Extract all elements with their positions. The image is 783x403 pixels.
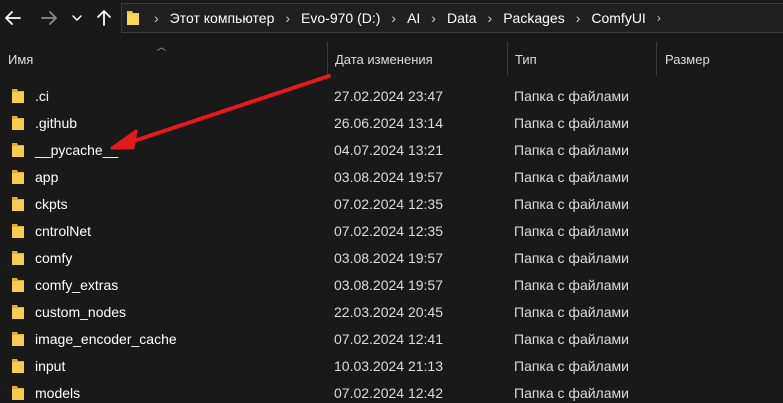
file-row[interactable]: app 03.08.2024 19:57 Папка с файлами — [0, 163, 783, 190]
breadcrumb-item[interactable]: AI — [407, 10, 420, 26]
folder-icon — [12, 190, 24, 217]
file-date: 07.02.2024 12:35 — [334, 222, 443, 239]
breadcrumb-separator: › — [575, 10, 581, 26]
file-date: 03.08.2024 19:57 — [334, 276, 443, 293]
column-header-date[interactable]: Дата изменения — [327, 42, 507, 76]
file-date: 07.02.2024 12:35 — [334, 195, 443, 212]
file-date: 07.02.2024 12:42 — [334, 384, 443, 401]
file-row[interactable]: comfy 03.08.2024 19:57 Папка с файлами — [0, 244, 783, 271]
file-row[interactable]: __pycache__ 04.07.2024 13:21 Папка с фай… — [0, 136, 783, 163]
folder-icon — [12, 271, 24, 298]
column-header-type[interactable]: Тип — [507, 42, 656, 76]
file-type: Папка с файлами — [514, 114, 629, 131]
folder-icon — [12, 82, 24, 109]
folder-icon — [12, 109, 24, 136]
file-date: 22.03.2024 20:45 — [334, 303, 443, 320]
file-name: models — [35, 384, 81, 401]
breadcrumb-item[interactable]: Data — [447, 10, 477, 26]
breadcrumb-separator: › — [154, 10, 159, 26]
folder-icon — [12, 298, 24, 325]
breadcrumb-separator: › — [285, 10, 291, 26]
file-date: 10.03.2024 21:13 — [334, 357, 443, 374]
chevron-right-icon[interactable]: › — [657, 11, 661, 25]
column-header: Имя ︿ Дата изменения Тип Размер — [0, 42, 783, 76]
file-row[interactable]: comfy_extras 03.08.2024 19:57 Папка с фа… — [0, 271, 783, 298]
file-type: Папка с файлами — [514, 357, 629, 374]
breadcrumb-item[interactable]: Этот компьютер — [170, 10, 275, 26]
file-type: Папка с файлами — [514, 168, 629, 185]
file-name: __pycache__ — [35, 141, 119, 158]
file-row[interactable]: cntrolNet 07.02.2024 12:35 Папка с файла… — [0, 217, 783, 244]
file-date: 03.08.2024 19:57 — [334, 249, 443, 266]
folder-icon — [12, 352, 24, 379]
breadcrumb-separator: › — [391, 10, 397, 26]
navigation-toolbar: › Этот компьютер › Evo-970 (D:) › AI › D… — [0, 0, 783, 36]
file-name: comfy_extras — [35, 276, 119, 293]
column-size-label: Размер — [665, 51, 710, 67]
breadcrumb: › Этот компьютер › Evo-970 (D:) › AI › D… — [122, 4, 661, 32]
file-row[interactable]: custom_nodes 22.03.2024 20:45 Папка с фа… — [0, 298, 783, 325]
file-name: app — [35, 168, 59, 185]
file-date: 04.07.2024 13:21 — [334, 141, 443, 158]
file-name: image_encoder_cache — [35, 330, 177, 347]
file-row[interactable]: models 07.02.2024 12:42 Папка с файлами — [0, 379, 783, 403]
file-name: custom_nodes — [35, 303, 127, 320]
file-type: Папка с файлами — [514, 222, 629, 239]
column-name-label: Имя — [8, 51, 34, 67]
recent-locations-button[interactable] — [70, 6, 84, 30]
arrow-up-icon — [97, 10, 111, 26]
folder-icon — [12, 244, 24, 271]
arrow-right-icon — [41, 11, 57, 25]
sort-ascending-icon: ︿ — [157, 42, 167, 52]
column-header-size[interactable]: Размер — [656, 42, 783, 76]
file-date: 26.06.2024 13:14 — [334, 114, 443, 131]
file-list: .ci 27.02.2024 23:47 Папка с файлами .gi… — [0, 82, 783, 403]
file-type: Папка с файлами — [514, 195, 629, 212]
column-date-label: Дата изменения — [335, 51, 433, 67]
up-button[interactable] — [95, 6, 113, 30]
file-type: Папка с файлами — [514, 249, 629, 266]
column-header-name[interactable]: Имя ︿ — [0, 42, 327, 76]
file-type: Папка с файлами — [514, 87, 629, 104]
folder-icon — [12, 325, 24, 352]
file-type: Папка с файлами — [514, 384, 629, 401]
folder-icon — [12, 217, 24, 244]
column-type-label: Тип — [515, 51, 537, 67]
folder-icon — [12, 136, 24, 163]
file-name: .ci — [35, 87, 49, 104]
file-date: 27.02.2024 23:47 — [334, 87, 443, 104]
file-type: Папка с файлами — [514, 330, 629, 347]
file-row[interactable]: input 10.03.2024 21:13 Папка с файлами — [0, 352, 783, 379]
file-row[interactable]: image_encoder_cache 07.02.2024 12:41 Пап… — [0, 325, 783, 352]
breadcrumb-item[interactable]: Evo-970 (D:) — [301, 10, 380, 26]
file-date: 03.08.2024 19:57 — [334, 168, 443, 185]
file-name: input — [35, 357, 66, 374]
file-name: .github — [35, 114, 78, 131]
file-type: Папка с файлами — [514, 276, 629, 293]
breadcrumb-separator: › — [487, 10, 493, 26]
forward-button[interactable] — [38, 6, 60, 30]
folder-icon — [12, 379, 24, 403]
back-button[interactable] — [2, 6, 24, 30]
file-name: cntrolNet — [35, 222, 92, 239]
arrow-left-icon — [5, 11, 21, 25]
folder-icon — [126, 9, 140, 27]
file-row[interactable]: .github 26.06.2024 13:14 Папка с файлами — [0, 109, 783, 136]
file-date: 07.02.2024 12:41 — [334, 330, 443, 347]
file-type: Папка с файлами — [514, 303, 629, 320]
file-row[interactable]: ckpts 07.02.2024 12:35 Папка с файлами — [0, 190, 783, 217]
address-bar[interactable]: › Этот компьютер › Evo-970 (D:) › AI › D… — [121, 3, 783, 33]
folder-icon — [12, 163, 24, 190]
breadcrumb-item[interactable]: ComfyUI — [591, 10, 645, 26]
file-name: ckpts — [35, 195, 68, 212]
file-name: comfy — [35, 249, 73, 266]
file-type: Папка с файлами — [514, 141, 629, 158]
breadcrumb-separator: › — [431, 10, 436, 26]
breadcrumb-item[interactable]: Packages — [503, 10, 564, 26]
file-row[interactable]: .ci 27.02.2024 23:47 Папка с файлами — [0, 82, 783, 109]
chevron-down-icon — [72, 15, 82, 21]
